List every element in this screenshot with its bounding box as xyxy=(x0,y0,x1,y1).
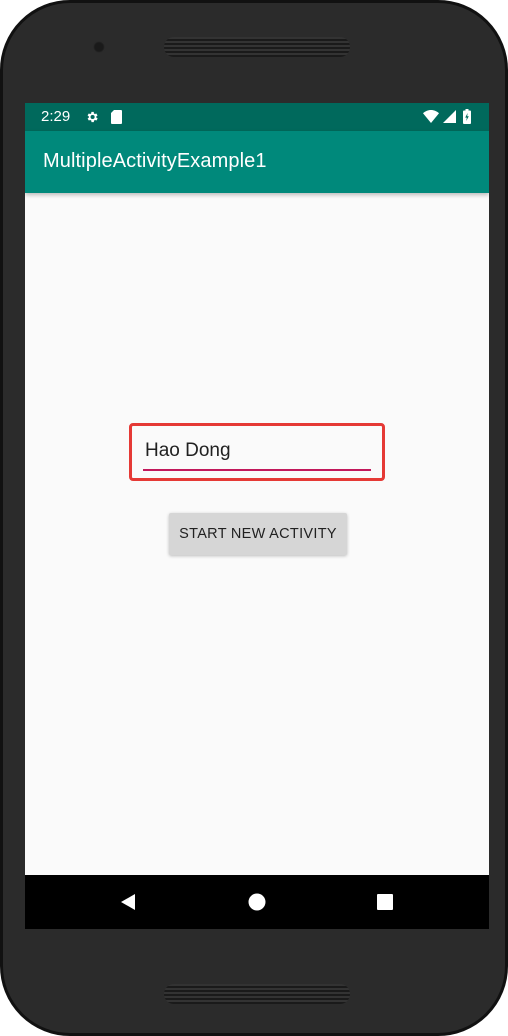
name-input[interactable] xyxy=(143,437,371,471)
earpiece-speaker xyxy=(164,37,350,57)
navigation-bar xyxy=(25,875,489,929)
gear-icon xyxy=(87,111,98,123)
back-button[interactable] xyxy=(114,888,142,916)
start-new-activity-button[interactable]: START NEW ACTIVITY xyxy=(169,513,347,555)
home-button[interactable] xyxy=(243,888,271,916)
sd-card-icon xyxy=(111,110,122,124)
front-camera xyxy=(93,41,105,53)
recents-button[interactable] xyxy=(371,888,399,916)
recents-icon xyxy=(377,894,393,910)
status-bar: 2:29 xyxy=(25,103,489,131)
app-bar: MultipleActivityExample1 xyxy=(25,131,489,193)
app-title: MultipleActivityExample1 xyxy=(43,150,267,172)
status-time: 2:29 xyxy=(41,108,71,125)
screen: 2:29 MultipleActivityExample1 Hao Dong S… xyxy=(25,103,489,929)
bottom-speaker xyxy=(164,984,350,1004)
home-icon xyxy=(248,893,266,911)
battery-icon xyxy=(463,109,471,124)
signal-icon xyxy=(443,110,456,123)
phone-frame: 2:29 MultipleActivityExample1 Hao Dong S… xyxy=(0,0,508,1036)
back-icon xyxy=(121,894,135,910)
wifi-icon xyxy=(423,110,439,123)
